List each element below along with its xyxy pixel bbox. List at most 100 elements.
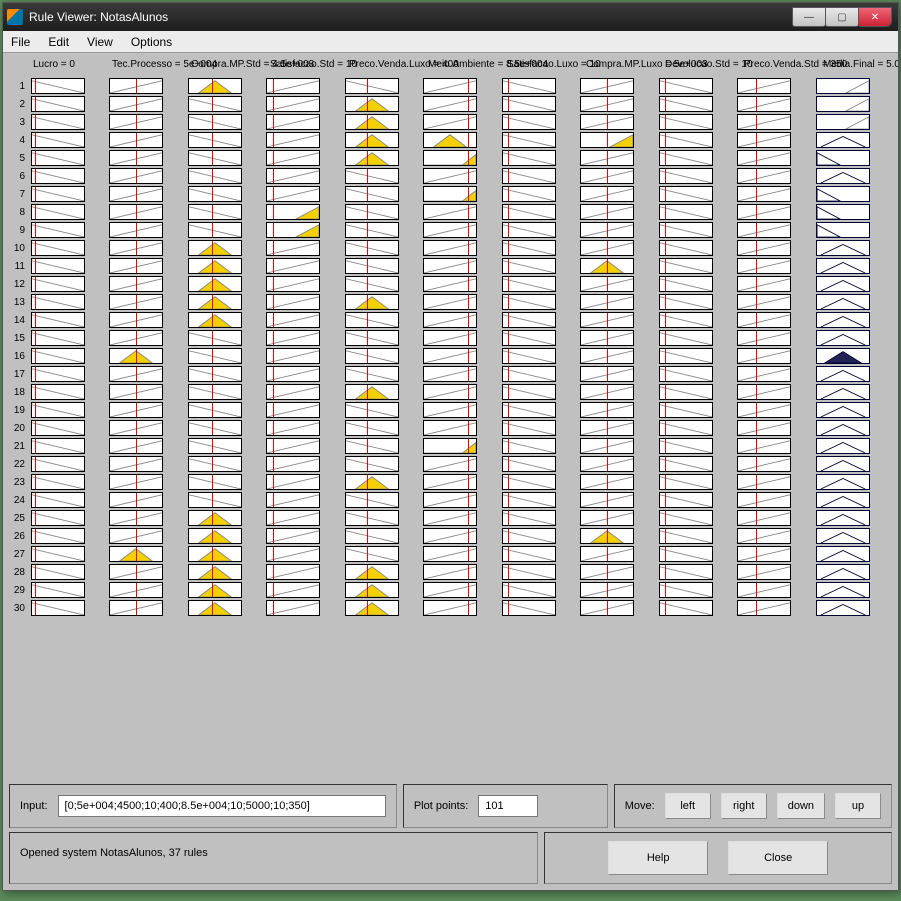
input-marker[interactable]	[367, 565, 368, 579]
mf-cell[interactable]	[502, 384, 556, 400]
mf-cell[interactable]	[109, 582, 163, 598]
input-marker[interactable]	[665, 547, 666, 561]
mf-cell[interactable]	[345, 564, 399, 580]
mf-cell[interactable]	[502, 168, 556, 184]
mf-cell[interactable]	[737, 258, 791, 274]
input-marker[interactable]	[508, 223, 509, 237]
mf-cell[interactable]	[423, 600, 477, 616]
mf-cell[interactable]	[266, 204, 320, 220]
output-mf-cell[interactable]	[816, 510, 870, 526]
input-marker[interactable]	[508, 385, 509, 399]
mf-cell[interactable]	[31, 600, 85, 616]
menu-view[interactable]: View	[87, 35, 113, 49]
input-marker[interactable]	[665, 493, 666, 507]
input-marker[interactable]	[508, 511, 509, 525]
mf-cell[interactable]	[188, 222, 242, 238]
input-marker[interactable]	[212, 493, 213, 507]
mf-cell[interactable]	[737, 132, 791, 148]
mf-cell[interactable]	[109, 96, 163, 112]
output-mf-cell[interactable]	[816, 150, 870, 166]
input-marker[interactable]	[665, 115, 666, 129]
mf-cell[interactable]	[266, 366, 320, 382]
mf-cell[interactable]	[502, 456, 556, 472]
mf-cell[interactable]	[188, 474, 242, 490]
mf-cell[interactable]	[423, 78, 477, 94]
mf-cell[interactable]	[659, 384, 713, 400]
input-marker[interactable]	[212, 421, 213, 435]
input-marker[interactable]	[468, 169, 469, 183]
input-marker[interactable]	[35, 565, 36, 579]
mf-cell[interactable]	[266, 582, 320, 598]
input-marker[interactable]	[367, 403, 368, 417]
mf-cell[interactable]	[659, 528, 713, 544]
mf-cell[interactable]	[502, 276, 556, 292]
input-marker[interactable]	[607, 421, 608, 435]
mf-cell[interactable]	[266, 402, 320, 418]
input-marker[interactable]	[665, 331, 666, 345]
input-marker[interactable]	[367, 79, 368, 93]
input-marker[interactable]	[367, 241, 368, 255]
move-up-button[interactable]: up	[835, 793, 881, 819]
mf-cell[interactable]	[737, 546, 791, 562]
mf-cell[interactable]	[109, 510, 163, 526]
mf-cell[interactable]	[502, 402, 556, 418]
input-marker[interactable]	[212, 205, 213, 219]
input-marker[interactable]	[273, 295, 274, 309]
mf-cell[interactable]	[188, 312, 242, 328]
input-marker[interactable]	[468, 205, 469, 219]
input-marker[interactable]	[273, 313, 274, 327]
input-marker[interactable]	[468, 421, 469, 435]
mf-cell[interactable]	[659, 240, 713, 256]
mf-cell[interactable]	[659, 456, 713, 472]
mf-cell[interactable]	[345, 186, 399, 202]
mf-cell[interactable]	[737, 600, 791, 616]
input-marker[interactable]	[607, 349, 608, 363]
input-marker[interactable]	[35, 223, 36, 237]
input-marker[interactable]	[508, 79, 509, 93]
mf-cell[interactable]	[188, 420, 242, 436]
mf-cell[interactable]	[188, 240, 242, 256]
output-mf-cell[interactable]	[816, 420, 870, 436]
input-marker[interactable]	[468, 547, 469, 561]
input-marker[interactable]	[367, 223, 368, 237]
mf-cell[interactable]	[423, 330, 477, 346]
mf-cell[interactable]	[423, 492, 477, 508]
mf-cell[interactable]	[737, 438, 791, 454]
mf-cell[interactable]	[266, 510, 320, 526]
output-mf-cell[interactable]	[816, 294, 870, 310]
input-marker[interactable]	[607, 493, 608, 507]
mf-cell[interactable]	[737, 186, 791, 202]
mf-cell[interactable]	[31, 294, 85, 310]
mf-cell[interactable]	[109, 348, 163, 364]
mf-cell[interactable]	[345, 330, 399, 346]
input-marker[interactable]	[607, 583, 608, 597]
mf-cell[interactable]	[659, 96, 713, 112]
output-mf-cell[interactable]	[816, 528, 870, 544]
input-marker[interactable]	[136, 151, 137, 165]
mf-cell[interactable]	[266, 546, 320, 562]
mf-cell[interactable]	[580, 78, 634, 94]
mf-cell[interactable]	[109, 384, 163, 400]
mf-cell[interactable]	[188, 114, 242, 130]
input-marker[interactable]	[212, 277, 213, 291]
input-marker[interactable]	[607, 79, 608, 93]
input-marker[interactable]	[607, 367, 608, 381]
mf-cell[interactable]	[502, 564, 556, 580]
input-marker[interactable]	[136, 115, 137, 129]
input-marker[interactable]	[508, 241, 509, 255]
input-marker[interactable]	[508, 259, 509, 273]
mf-cell[interactable]	[345, 258, 399, 274]
mf-cell[interactable]	[580, 456, 634, 472]
input-marker[interactable]	[508, 439, 509, 453]
mf-cell[interactable]	[109, 186, 163, 202]
mf-cell[interactable]	[580, 276, 634, 292]
mf-cell[interactable]	[266, 492, 320, 508]
mf-cell[interactable]	[423, 258, 477, 274]
mf-cell[interactable]	[109, 600, 163, 616]
mf-cell[interactable]	[737, 348, 791, 364]
input-marker[interactable]	[508, 367, 509, 381]
input-marker[interactable]	[273, 421, 274, 435]
input-marker[interactable]	[607, 457, 608, 471]
input-marker[interactable]	[136, 511, 137, 525]
input-marker[interactable]	[367, 439, 368, 453]
